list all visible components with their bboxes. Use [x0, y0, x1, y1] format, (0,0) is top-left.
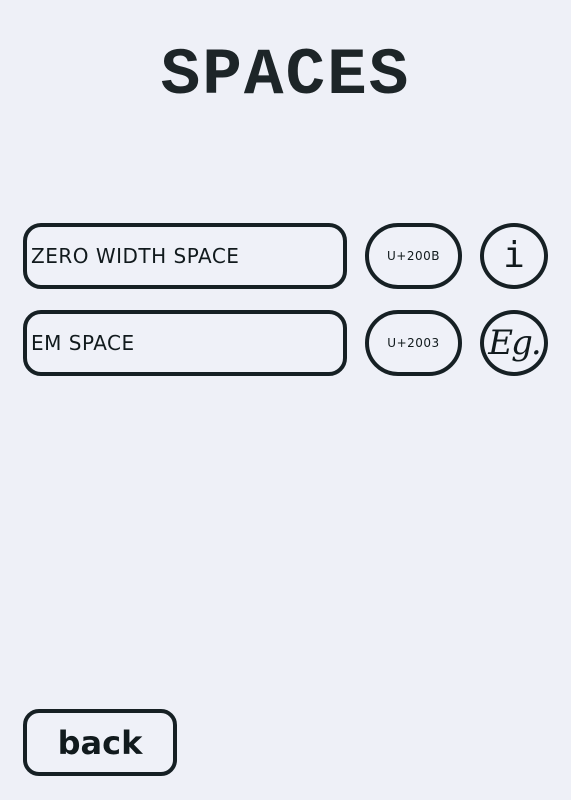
space-name-button[interactable]: ZERO WIDTH SPACE [23, 223, 347, 289]
space-row-zero-width: ZERO WIDTH SPACE U+200B i [0, 223, 571, 289]
space-name-button[interactable]: EM SPACE [23, 310, 347, 376]
space-code-button[interactable]: U+200B [365, 223, 462, 289]
info-button[interactable]: i [480, 223, 548, 289]
page-title: SPACES [160, 38, 411, 113]
example-icon: Eg. [488, 323, 541, 363]
back-button[interactable]: back [23, 709, 177, 776]
info-icon: i [503, 235, 525, 276]
example-button[interactable]: Eg. [480, 310, 548, 376]
space-code-button[interactable]: U+2003 [365, 310, 462, 376]
space-row-em-space: EM SPACE U+2003 Eg. [0, 310, 571, 376]
